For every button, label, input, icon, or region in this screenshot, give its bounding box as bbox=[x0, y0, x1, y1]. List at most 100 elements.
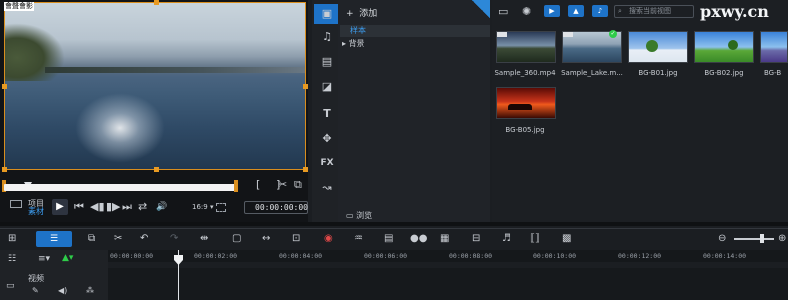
volume-button[interactable]: 🔊 bbox=[156, 200, 167, 214]
water-reflection bbox=[75, 93, 165, 163]
resize-handle-corner[interactable] bbox=[303, 167, 308, 172]
storyboard-view-icon[interactable]: ⊞ bbox=[8, 233, 16, 244]
folder-item-sample[interactable]: 样本 bbox=[340, 25, 490, 37]
used-checkmark-icon: ✓ bbox=[609, 30, 617, 38]
library-item-label: BG-B05.jpg bbox=[505, 126, 545, 134]
video-badge-icon bbox=[497, 32, 507, 37]
motion-icon[interactable]: ⊡ bbox=[292, 233, 300, 244]
scrub-bar[interactable] bbox=[4, 184, 236, 191]
snapshot-button[interactable]: ⧉ bbox=[294, 178, 302, 192]
subtitle-icon[interactable]: ▤ bbox=[384, 233, 393, 244]
title-template-icon[interactable]: ◪ bbox=[314, 77, 340, 97]
transition-icon[interactable]: ✥ bbox=[314, 129, 340, 149]
trim-icon[interactable]: ⇹ bbox=[200, 233, 208, 244]
pin-corner-icon[interactable] bbox=[472, 0, 490, 18]
resize-handle-right[interactable] bbox=[303, 84, 308, 89]
zoom-out-icon[interactable]: ⊖ bbox=[718, 233, 726, 244]
record-icon[interactable]: ▩ bbox=[562, 233, 571, 244]
browse-button[interactable]: ▭ 浏览 bbox=[346, 210, 372, 221]
play-icon: ▶ bbox=[56, 201, 64, 212]
undo-icon[interactable]: ↶ bbox=[140, 233, 148, 244]
folder-item-background[interactable]: ▸ 背景 bbox=[342, 38, 365, 50]
crop-icon[interactable]: ▢ bbox=[232, 233, 241, 244]
aspect-ratio-select[interactable]: 16:9 ▾ bbox=[192, 203, 213, 211]
resize-handle-top[interactable] bbox=[154, 0, 159, 5]
tree-silhouette bbox=[508, 104, 532, 110]
chapter-point-icon[interactable]: ≡▾ bbox=[38, 254, 50, 264]
add-folder-button[interactable]: + 添加 bbox=[346, 6, 377, 19]
ruler-tick: 00:00:04:00 bbox=[279, 252, 323, 260]
repeat-button[interactable]: ⇄ bbox=[138, 200, 147, 214]
title-icon[interactable]: ▦ bbox=[440, 233, 449, 244]
crop-preview-icon[interactable] bbox=[216, 203, 226, 212]
library-item-label: BG-B02.jpg bbox=[704, 69, 744, 77]
speed-icon[interactable]: ⟦⟧ bbox=[530, 233, 540, 244]
copy-icon[interactable]: ⧉ bbox=[88, 233, 95, 244]
color-icon[interactable]: ◉ bbox=[324, 233, 333, 244]
previous-frame-button[interactable]: ◀▮ bbox=[90, 200, 105, 214]
expand-icon[interactable] bbox=[10, 200, 22, 208]
zoom-slider[interactable] bbox=[734, 238, 774, 240]
add-track-icon[interactable]: ▲▾ bbox=[62, 253, 73, 263]
timecode-field[interactable]: 00:00:00:00 bbox=[244, 201, 308, 214]
show-photos-toggle[interactable]: ▲ bbox=[568, 5, 584, 17]
grid-icon[interactable]: ⊟ bbox=[472, 233, 480, 244]
track-manager-icon[interactable]: ☷ bbox=[8, 254, 16, 264]
trim-marker-out[interactable] bbox=[234, 180, 238, 192]
resize-handle-bottom[interactable] bbox=[154, 167, 159, 172]
clip-mode-label[interactable]: 素材 bbox=[28, 207, 44, 217]
skip-back-icon: ⏮ bbox=[74, 200, 84, 213]
thumbnail-bg-b02[interactable] bbox=[694, 31, 754, 63]
fx-icon[interactable]: FX bbox=[314, 153, 340, 173]
split-clip-button[interactable]: ✂ bbox=[278, 178, 287, 192]
zoom-slider-thumb[interactable] bbox=[760, 234, 764, 243]
search-input[interactable]: 搜索当前视图 bbox=[614, 5, 694, 18]
scrub-playhead[interactable] bbox=[24, 175, 32, 189]
next-frame-button[interactable]: ▮▶ bbox=[106, 200, 121, 214]
add-folder-label: 添加 bbox=[359, 9, 378, 19]
track-lock-icon[interactable]: ⁂ bbox=[86, 286, 94, 295]
path-icon[interactable]: ↝ bbox=[314, 178, 340, 198]
import-folder-icon[interactable]: ▭ bbox=[498, 5, 508, 19]
go-to-start-button[interactable]: ⏮ bbox=[74, 200, 84, 214]
stretch-icon[interactable]: ↔ bbox=[262, 233, 270, 244]
settings-gear-icon[interactable]: ✺ bbox=[522, 5, 531, 19]
timeline-view-icon[interactable]: ☰ bbox=[36, 231, 72, 247]
resize-handle-left[interactable] bbox=[2, 84, 7, 89]
playhead-marker-icon[interactable] bbox=[174, 250, 183, 269]
audio-wave-icon[interactable]: ♒ bbox=[354, 233, 363, 244]
track-volume-icon[interactable]: ◀) bbox=[58, 286, 67, 295]
scissors-icon[interactable]: ✂ bbox=[114, 233, 122, 244]
instant-project-icon[interactable]: ▤ bbox=[314, 52, 340, 72]
media-icon[interactable]: ▣ bbox=[314, 4, 340, 24]
ruler-tick: 00:00:10:00 bbox=[533, 252, 577, 260]
mark-in-button[interactable]: [ bbox=[256, 178, 260, 192]
thumbnail-bg-b01[interactable] bbox=[628, 31, 688, 63]
music-icon[interactable]: ♬ bbox=[502, 233, 511, 244]
plus-icon: + bbox=[346, 9, 354, 19]
resize-handle-corner[interactable] bbox=[2, 167, 7, 172]
tree-graphic bbox=[728, 40, 738, 50]
ruler-tick: 00:00:00:00 bbox=[110, 252, 154, 260]
video-badge-icon bbox=[563, 32, 573, 37]
play-button[interactable]: ▶ bbox=[52, 199, 68, 215]
video-track-lane[interactable] bbox=[108, 268, 788, 300]
show-audio-toggle[interactable]: ♪ bbox=[592, 5, 608, 17]
thumbnail-bg-b05[interactable] bbox=[496, 87, 556, 119]
panel-splitter[interactable] bbox=[0, 222, 788, 226]
mask-icon[interactable]: ●● bbox=[410, 233, 427, 244]
thumbnail-bg-b03[interactable] bbox=[760, 31, 788, 63]
library-item-label: Sample_Lake.m... bbox=[561, 69, 623, 77]
link-track-icon[interactable]: ✎ bbox=[32, 286, 39, 295]
video-preview[interactable] bbox=[4, 2, 306, 170]
watermark: pxwy.cn bbox=[700, 2, 769, 21]
library-item-label: BG-B01.jpg bbox=[638, 69, 678, 77]
zoom-in-icon[interactable]: ⊕ bbox=[778, 233, 786, 244]
text-icon[interactable]: T bbox=[314, 104, 340, 124]
redo-icon[interactable]: ↷ bbox=[170, 233, 178, 244]
ruler-tick: 00:00:12:00 bbox=[618, 252, 662, 260]
audio-icon[interactable]: ♫ bbox=[314, 27, 340, 47]
show-videos-toggle[interactable]: ▶ bbox=[544, 5, 560, 17]
go-to-end-button[interactable]: ⏭ bbox=[122, 200, 132, 214]
search-icon: ⌕ bbox=[618, 7, 622, 15]
